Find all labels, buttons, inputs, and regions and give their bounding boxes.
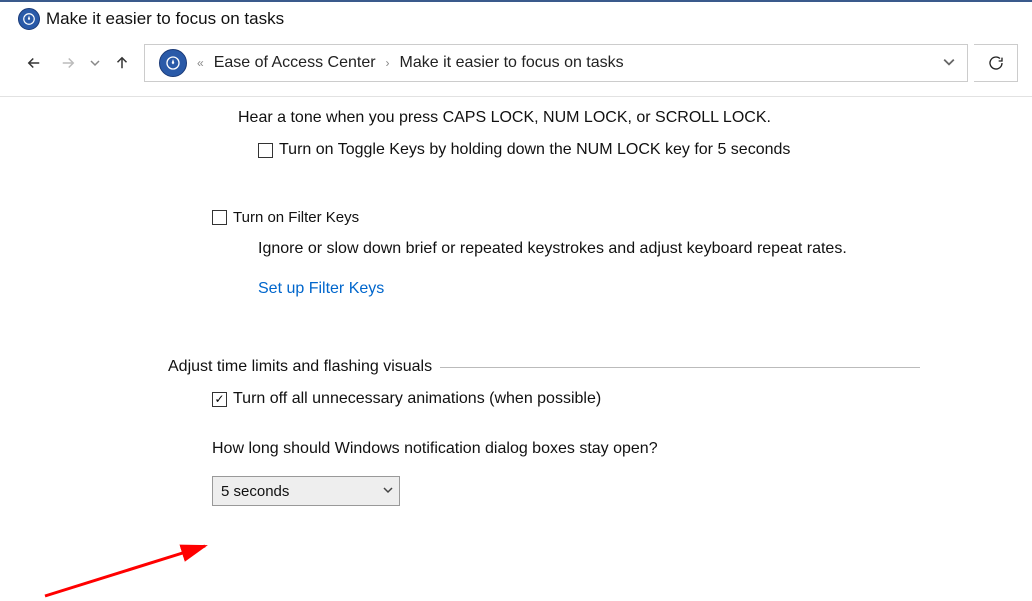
toggle-numlock-label: Turn on Toggle Keys by holding down the … <box>279 141 790 159</box>
checkbox-checked-icon[interactable] <box>212 392 227 407</box>
app-icon <box>18 8 40 30</box>
filter-keys-option[interactable]: Turn on Filter Keys <box>212 209 1032 226</box>
checkbox-unchecked-icon[interactable] <box>212 210 227 225</box>
select-value: 5 seconds <box>221 483 289 500</box>
filter-keys-label: Turn on Filter Keys <box>233 209 359 226</box>
chevron-right-icon: › <box>386 56 390 70</box>
toggle-keys-description: Hear a tone when you press CAPS LOCK, NU… <box>238 109 1032 127</box>
back-button[interactable] <box>20 49 48 77</box>
turn-off-animations-label: Turn off all unnecessary animations (whe… <box>233 390 601 408</box>
content-area: Hear a tone when you press CAPS LOCK, NU… <box>0 97 1032 506</box>
control-panel-icon <box>159 49 187 77</box>
window-title-row: Make it easier to focus on tasks <box>0 2 1032 40</box>
window-title: Make it easier to focus on tasks <box>46 9 284 29</box>
checkbox-unchecked-icon[interactable] <box>258 143 273 158</box>
section-heading-row: Adjust time limits and flashing visuals <box>168 358 1032 376</box>
refresh-button[interactable] <box>974 44 1018 82</box>
notification-duration-select[interactable]: 5 seconds <box>212 476 400 506</box>
filter-keys-description: Ignore or slow down brief or repeated ke… <box>258 240 1032 258</box>
address-dropdown-icon[interactable] <box>939 55 959 72</box>
up-button[interactable] <box>108 49 136 77</box>
notification-duration-label: How long should Windows notification dia… <box>212 440 1032 458</box>
recent-dropdown[interactable] <box>88 49 102 77</box>
chevron-left-icon: « <box>197 56 204 70</box>
section-heading: Adjust time limits and flashing visuals <box>168 358 432 376</box>
forward-button[interactable] <box>54 49 82 77</box>
toggle-numlock-option[interactable]: Turn on Toggle Keys by holding down the … <box>258 141 1032 159</box>
nav-toolbar: « Ease of Access Center › Make it easier… <box>0 40 1032 97</box>
section-divider <box>440 367 920 368</box>
breadcrumb-item-1[interactable]: Ease of Access Center <box>214 54 376 72</box>
setup-filter-keys-link[interactable]: Set up Filter Keys <box>258 280 384 297</box>
address-bar[interactable]: « Ease of Access Center › Make it easier… <box>144 44 968 82</box>
breadcrumb-item-2[interactable]: Make it easier to focus on tasks <box>400 54 624 72</box>
chevron-down-icon <box>383 485 393 498</box>
annotation-arrow-icon <box>40 541 240 601</box>
turn-off-animations-option[interactable]: Turn off all unnecessary animations (whe… <box>212 390 1032 408</box>
